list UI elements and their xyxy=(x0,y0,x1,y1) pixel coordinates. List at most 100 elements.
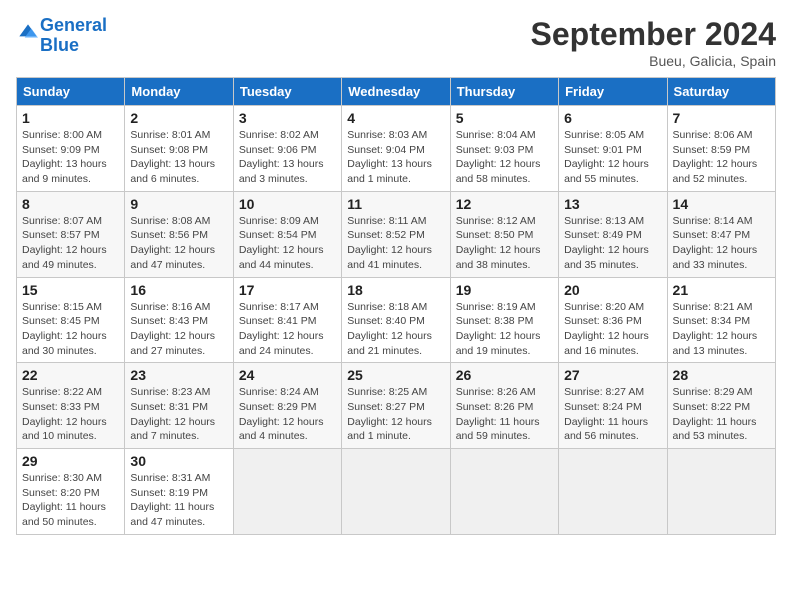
weekday-header-cell: Sunday xyxy=(17,78,125,106)
day-number: 9 xyxy=(130,196,227,212)
day-info: Sunrise: 8:25 AM Sunset: 8:27 PM Dayligh… xyxy=(347,385,444,444)
calendar-day-cell: 9Sunrise: 8:08 AM Sunset: 8:56 PM Daylig… xyxy=(125,191,233,277)
calendar-day-cell: 5 Sunrise: 8:04 AM Sunset: 9:03 PM Daylig… xyxy=(450,106,558,192)
day-info: Sunrise: 8:27 AM Sunset: 8:24 PM Dayligh… xyxy=(564,385,661,444)
calendar-day-cell: 21 Sunrise: 8:21 AM Sunset: 8:34 PM Dayli… xyxy=(667,277,775,363)
day-info: Sunrise: 8:04 AM Sunset: 9:03 PM Dayligh… xyxy=(456,128,553,187)
logo: General Blue xyxy=(16,16,107,56)
calendar-day-cell: 29Sunrise: 8:30 AM Sunset: 8:20 PM Dayli… xyxy=(17,449,125,535)
day-info: Sunrise: 8:29 AM Sunset: 8:22 PM Dayligh… xyxy=(673,385,770,444)
day-info: Sunrise: 8:06 AM Sunset: 8:59 PM Dayligh… xyxy=(673,128,770,187)
day-info: Sunrise: 8:18 AM Sunset: 8:40 PM Dayligh… xyxy=(347,300,444,359)
day-info: Sunrise: 8:20 AM Sunset: 8:36 PM Dayligh… xyxy=(564,300,661,359)
calendar-day-cell: 14 Sunrise: 8:14 AM Sunset: 8:47 PM Dayli… xyxy=(667,191,775,277)
calendar-day-cell xyxy=(342,449,450,535)
day-number: 29 xyxy=(22,453,119,469)
day-number: 23 xyxy=(130,367,227,383)
day-info: Sunrise: 8:01 AM Sunset: 9:08 PM Dayligh… xyxy=(130,128,227,187)
day-number: 1 xyxy=(22,110,119,126)
day-number: 12 xyxy=(456,196,553,212)
weekday-header-cell: Friday xyxy=(559,78,667,106)
day-number: 21 xyxy=(673,282,770,298)
calendar-day-cell xyxy=(233,449,341,535)
weekday-header-cell: Monday xyxy=(125,78,233,106)
day-info: Sunrise: 8:23 AM Sunset: 8:31 PM Dayligh… xyxy=(130,385,227,444)
logo-icon xyxy=(18,23,38,43)
day-number: 25 xyxy=(347,367,444,383)
logo-text: General Blue xyxy=(40,16,107,56)
calendar-week-row: 1 Sunrise: 8:00 AM Sunset: 9:09 PM Daylig… xyxy=(17,106,776,192)
calendar-subtitle: Bueu, Galicia, Spain xyxy=(531,53,776,69)
calendar-week-row: 8 Sunrise: 8:07 AM Sunset: 8:57 PM Daylig… xyxy=(17,191,776,277)
title-block: September 2024 Bueu, Galicia, Spain xyxy=(531,16,776,69)
day-number: 27 xyxy=(564,367,661,383)
calendar-day-cell xyxy=(450,449,558,535)
calendar-day-cell: 22Sunrise: 8:22 AM Sunset: 8:33 PM Dayli… xyxy=(17,363,125,449)
day-number: 11 xyxy=(347,196,444,212)
day-info: Sunrise: 8:11 AM Sunset: 8:52 PM Dayligh… xyxy=(347,214,444,273)
day-number: 14 xyxy=(673,196,770,212)
day-number: 17 xyxy=(239,282,336,298)
day-number: 3 xyxy=(239,110,336,126)
weekday-header-cell: Wednesday xyxy=(342,78,450,106)
calendar-day-cell: 15 Sunrise: 8:15 AM Sunset: 8:45 PM Dayli… xyxy=(17,277,125,363)
day-number: 8 xyxy=(22,196,119,212)
day-number: 18 xyxy=(347,282,444,298)
day-number: 22 xyxy=(22,367,119,383)
day-info: Sunrise: 8:07 AM Sunset: 8:57 PM Dayligh… xyxy=(22,214,119,273)
weekday-header-cell: Thursday xyxy=(450,78,558,106)
calendar-day-cell: 27 Sunrise: 8:27 AM Sunset: 8:24 PM Dayli… xyxy=(559,363,667,449)
calendar-day-cell: 25 Sunrise: 8:25 AM Sunset: 8:27 PM Dayli… xyxy=(342,363,450,449)
calendar-day-cell xyxy=(559,449,667,535)
calendar-day-cell: 1 Sunrise: 8:00 AM Sunset: 9:09 PM Daylig… xyxy=(17,106,125,192)
day-info: Sunrise: 8:16 AM Sunset: 8:43 PM Dayligh… xyxy=(130,300,227,359)
calendar-day-cell: 16 Sunrise: 8:16 AM Sunset: 8:43 PM Dayli… xyxy=(125,277,233,363)
calendar-day-cell: 17Sunrise: 8:17 AM Sunset: 8:41 PM Dayli… xyxy=(233,277,341,363)
weekday-header-row: SundayMondayTuesdayWednesdayThursdayFrid… xyxy=(17,78,776,106)
day-number: 24 xyxy=(239,367,336,383)
day-number: 13 xyxy=(564,196,661,212)
day-number: 15 xyxy=(22,282,119,298)
calendar-day-cell: 7 Sunrise: 8:06 AM Sunset: 8:59 PM Daylig… xyxy=(667,106,775,192)
day-info: Sunrise: 8:31 AM Sunset: 8:19 PM Dayligh… xyxy=(130,471,227,530)
calendar-day-cell xyxy=(667,449,775,535)
day-number: 16 xyxy=(130,282,227,298)
day-number: 2 xyxy=(130,110,227,126)
calendar-day-cell: 18 Sunrise: 8:18 AM Sunset: 8:40 PM Dayli… xyxy=(342,277,450,363)
day-info: Sunrise: 8:24 AM Sunset: 8:29 PM Dayligh… xyxy=(239,385,336,444)
calendar-week-row: 15 Sunrise: 8:15 AM Sunset: 8:45 PM Dayli… xyxy=(17,277,776,363)
day-info: Sunrise: 8:15 AM Sunset: 8:45 PM Dayligh… xyxy=(22,300,119,359)
day-number: 10 xyxy=(239,196,336,212)
calendar-day-cell: 13 Sunrise: 8:13 AM Sunset: 8:49 PM Dayli… xyxy=(559,191,667,277)
calendar-day-cell: 30 Sunrise: 8:31 AM Sunset: 8:19 PM Dayli… xyxy=(125,449,233,535)
calendar-day-cell: 26Sunrise: 8:26 AM Sunset: 8:26 PM Dayli… xyxy=(450,363,558,449)
day-info: Sunrise: 8:12 AM Sunset: 8:50 PM Dayligh… xyxy=(456,214,553,273)
day-number: 4 xyxy=(347,110,444,126)
day-number: 6 xyxy=(564,110,661,126)
day-info: Sunrise: 8:02 AM Sunset: 9:06 PM Dayligh… xyxy=(239,128,336,187)
day-number: 20 xyxy=(564,282,661,298)
calendar-day-cell: 19Sunrise: 8:19 AM Sunset: 8:38 PM Dayli… xyxy=(450,277,558,363)
weekday-header-cell: Saturday xyxy=(667,78,775,106)
day-info: Sunrise: 8:21 AM Sunset: 8:34 PM Dayligh… xyxy=(673,300,770,359)
calendar-week-row: 22Sunrise: 8:22 AM Sunset: 8:33 PM Dayli… xyxy=(17,363,776,449)
day-info: Sunrise: 8:14 AM Sunset: 8:47 PM Dayligh… xyxy=(673,214,770,273)
calendar-day-cell: 10Sunrise: 8:09 AM Sunset: 8:54 PM Dayli… xyxy=(233,191,341,277)
day-number: 30 xyxy=(130,453,227,469)
calendar-day-cell: 11 Sunrise: 8:11 AM Sunset: 8:52 PM Dayli… xyxy=(342,191,450,277)
calendar-week-row: 29Sunrise: 8:30 AM Sunset: 8:20 PM Dayli… xyxy=(17,449,776,535)
calendar-day-cell: 8 Sunrise: 8:07 AM Sunset: 8:57 PM Daylig… xyxy=(17,191,125,277)
calendar-body: 1 Sunrise: 8:00 AM Sunset: 9:09 PM Daylig… xyxy=(17,106,776,535)
day-info: Sunrise: 8:00 AM Sunset: 9:09 PM Dayligh… xyxy=(22,128,119,187)
calendar-day-cell: 20 Sunrise: 8:20 AM Sunset: 8:36 PM Dayli… xyxy=(559,277,667,363)
day-number: 7 xyxy=(673,110,770,126)
calendar-table: SundayMondayTuesdayWednesdayThursdayFrid… xyxy=(16,77,776,535)
calendar-title: September 2024 xyxy=(531,16,776,53)
calendar-day-cell: 6Sunrise: 8:05 AM Sunset: 9:01 PM Daylig… xyxy=(559,106,667,192)
day-number: 28 xyxy=(673,367,770,383)
day-info: Sunrise: 8:13 AM Sunset: 8:49 PM Dayligh… xyxy=(564,214,661,273)
weekday-header-cell: Tuesday xyxy=(233,78,341,106)
day-number: 19 xyxy=(456,282,553,298)
day-number: 5 xyxy=(456,110,553,126)
calendar-day-cell: 12 Sunrise: 8:12 AM Sunset: 8:50 PM Dayli… xyxy=(450,191,558,277)
